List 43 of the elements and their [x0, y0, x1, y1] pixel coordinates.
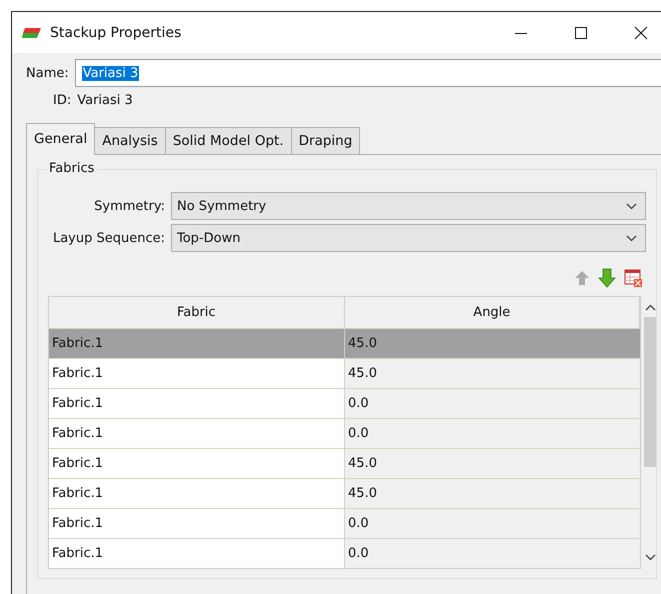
scroll-thumb[interactable]	[644, 317, 656, 467]
window-title: Stackup Properties	[50, 24, 182, 40]
chevron-down-icon	[626, 202, 637, 210]
table-cell: 0.0	[345, 539, 640, 568]
close-icon[interactable]	[634, 26, 648, 40]
name-value: Variasi 3	[82, 66, 140, 80]
tab[interactable]: Draping	[290, 127, 360, 154]
name-label: Name:	[26, 66, 69, 80]
table-cell: 0.0	[345, 509, 640, 538]
maximize-icon[interactable]	[574, 26, 588, 40]
table-cell: 0.0	[345, 419, 640, 448]
chevron-down-icon	[626, 234, 637, 242]
field-label: Layup Sequence:	[52, 230, 165, 246]
table-cell: 45.0	[345, 479, 640, 508]
delete-table-icon[interactable]	[624, 269, 642, 287]
id-value: Variasi 3	[77, 93, 133, 108]
tab[interactable]: General	[26, 123, 96, 155]
table-cell: 45.0	[345, 329, 640, 358]
table-row[interactable]: Fabric.1 45.0	[49, 478, 640, 508]
table-row[interactable]: Fabric.1 0.0	[49, 388, 640, 418]
dropdown[interactable]: Top-Down	[171, 224, 646, 252]
table-row[interactable]: Fabric.1 0.0	[49, 538, 640, 568]
tab[interactable]: Analysis	[94, 127, 166, 154]
down-arrow-icon[interactable]	[598, 268, 616, 288]
layers-icon	[22, 26, 42, 38]
dropdown[interactable]: No Symmetry	[171, 192, 646, 220]
scroll-down-icon[interactable]	[644, 554, 656, 561]
id-label: ID:	[53, 93, 72, 108]
field-label: Symmetry:	[94, 198, 165, 214]
table-row[interactable]: Fabric.1 45.0	[49, 358, 640, 388]
table-row[interactable]: Fabric.1 45.0	[49, 328, 640, 358]
tab[interactable]: Solid Model Opt.	[164, 127, 292, 154]
table-row[interactable]: Fabric.1 0.0	[49, 508, 640, 538]
column-header[interactable]: Angle	[344, 297, 640, 328]
table-row[interactable]: Fabric.1 45.0	[49, 448, 640, 478]
table-cell: 0.0	[345, 389, 640, 418]
table-row[interactable]: Fabric.1 0.0	[49, 418, 640, 448]
scroll-up-icon[interactable]	[644, 304, 656, 311]
table-cell: 45.0	[345, 359, 640, 388]
table-cell: 45.0	[345, 449, 640, 478]
column-header[interactable]: Fabric	[49, 297, 345, 328]
table-cell: Fabric.1	[49, 329, 346, 358]
name-field[interactable]: Variasi 3	[74, 59, 661, 87]
